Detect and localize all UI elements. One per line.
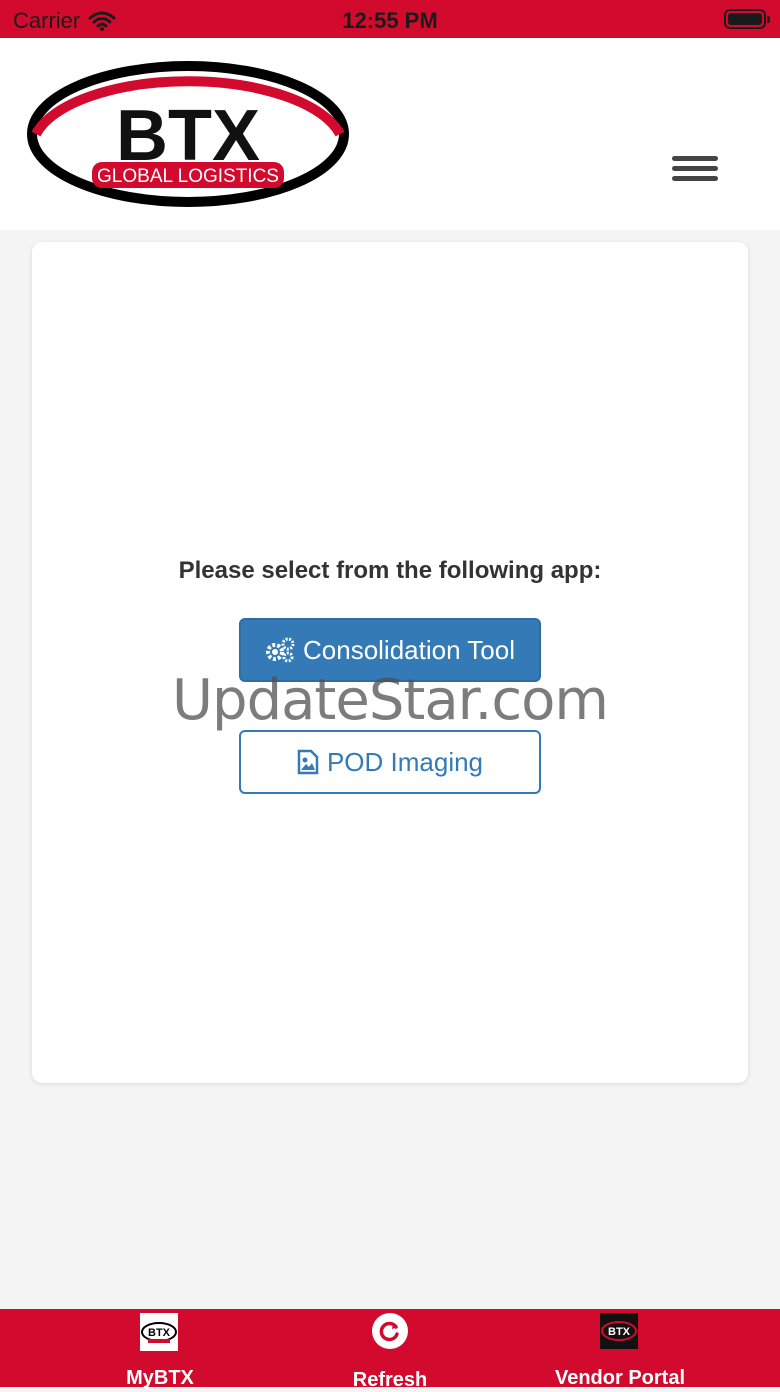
status-time: 12:55 PM <box>342 8 438 33</box>
btx-dark-logo-icon: BTX <box>600 1313 638 1349</box>
refresh-icon <box>372 1313 408 1349</box>
battery-icon <box>724 9 770 29</box>
app-header: BTX GLOBAL LOGISTICS <box>0 38 780 230</box>
tab-refresh[interactable]: Refresh <box>260 1309 520 1391</box>
image-file-icon <box>297 749 319 775</box>
app-selection-card: Please select from the following app: Co… <box>32 242 748 1083</box>
svg-text:BTX: BTX <box>608 1326 631 1338</box>
gears-icon <box>266 637 295 663</box>
watermark-text: UpdateStar.com <box>172 668 609 733</box>
logo-subtext: GLOBAL LOGISTICS <box>97 166 279 187</box>
pod-imaging-button[interactable]: POD Imaging <box>239 730 541 794</box>
tab-refresh-label: Refresh <box>352 1369 428 1391</box>
pod-imaging-label: POD Imaging <box>326 746 484 777</box>
hamburger-menu-icon[interactable] <box>672 156 722 190</box>
bottom-tab-bar: BTX MyBTX Refresh BTX Vendor Portal <box>0 1309 780 1391</box>
tab-vendor-portal[interactable]: BTX Vendor Portal <box>490 1309 750 1389</box>
tab-mybtx[interactable]: BTX MyBTX <box>30 1309 290 1389</box>
btx-logo-icon: BTX <box>140 1313 178 1351</box>
status-bar: Carrier 12:55 PM <box>0 0 780 38</box>
svg-text:BTX: BTX <box>148 1327 171 1339</box>
selection-prompt: Please select from the following app: <box>178 557 602 584</box>
btx-logo: BTX GLOBAL LOGISTICS <box>27 61 349 207</box>
consolidation-tool-label: Consolidation Tool <box>303 634 515 665</box>
